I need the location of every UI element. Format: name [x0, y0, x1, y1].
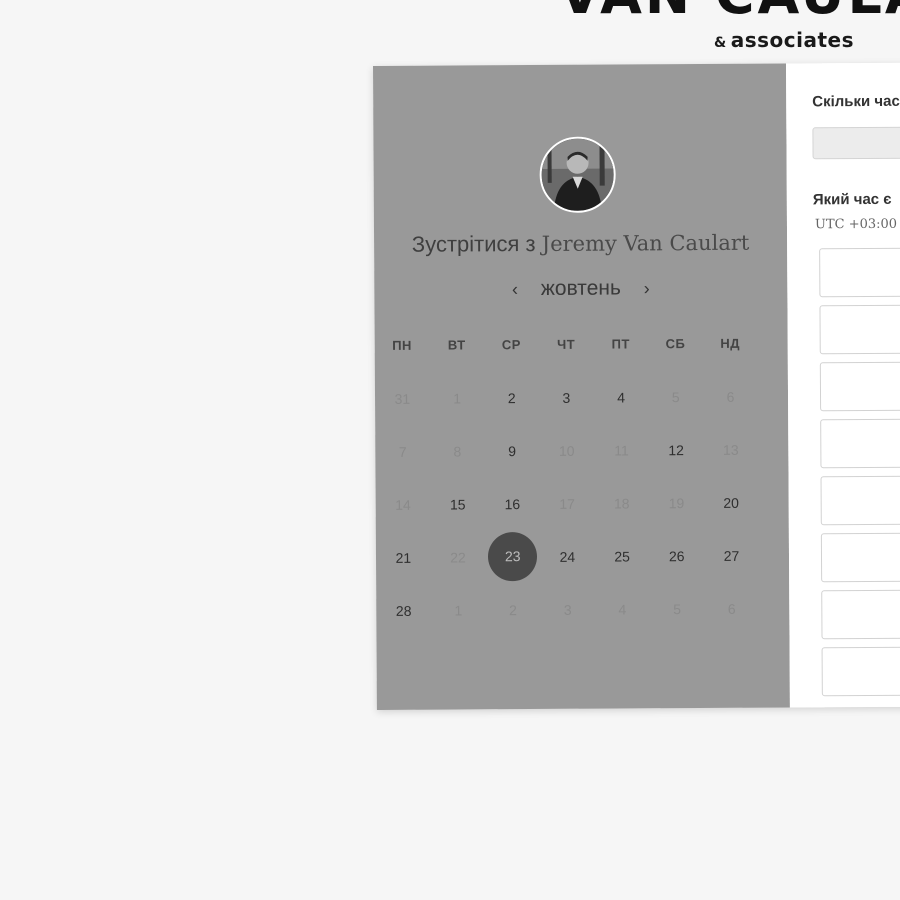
- calendar-day-selected[interactable]: 23: [485, 532, 540, 582]
- calendar-day-disabled: 14: [395, 496, 411, 513]
- calendar-day-disabled: 1: [454, 601, 463, 619]
- weekday-label: ПН: [392, 337, 412, 353]
- month-label: жовтень: [540, 276, 621, 300]
- weekday-label: ПТ: [611, 335, 630, 352]
- calendar-day[interactable]: 21: [376, 549, 431, 565]
- avatar: [539, 136, 616, 213]
- scheduler-widget: Зустрітися з Jeremy Van Caulart ‹ жовтен…: [373, 62, 900, 710]
- calendar-day[interactable]: 9: [485, 442, 540, 459]
- chevron-left-icon[interactable]: ‹: [505, 279, 525, 300]
- chevron-right-icon[interactable]: ›: [637, 278, 657, 299]
- time-slot-button[interactable]: [820, 475, 900, 526]
- calendar-day[interactable]: 15: [430, 496, 485, 512]
- calendar-day[interactable]: 25: [595, 548, 650, 564]
- brand-ampersand: &: [714, 35, 727, 51]
- weekday-label: СБ: [665, 335, 686, 351]
- time-question: Який час є: [812, 190, 892, 209]
- calendar-day-disabled: 3: [563, 601, 572, 618]
- brand-main-text: VAN CAULART: [545, 0, 900, 22]
- calendar-panel: Зустрітися з Jeremy Van Caulart ‹ жовтен…: [373, 63, 790, 710]
- timezone-label[interactable]: UTC +03:00 C: [815, 217, 900, 233]
- calendar-day[interactable]: 27: [704, 547, 759, 563]
- calendar-day-disabled: 17: [559, 495, 575, 512]
- calendar-day-disabled: 22: [450, 548, 466, 566]
- time-slot-button[interactable]: [819, 304, 900, 355]
- time-slot-button[interactable]: [819, 361, 900, 412]
- time-slot-button[interactable]: [819, 247, 900, 298]
- calendar-day[interactable]: 12: [649, 441, 704, 458]
- month-navigation: ‹ жовтень ›: [374, 275, 787, 302]
- time-slot-button[interactable]: [821, 646, 900, 697]
- calendar-day[interactable]: 3: [539, 389, 594, 405]
- calendar-day-disabled: 5: [671, 388, 680, 405]
- calendar-day-disabled: 2: [509, 601, 517, 618]
- booking-panel: Скільки час Який час є UTC +03:00 C: [785, 62, 900, 708]
- calendar-day-disabled: 1: [453, 389, 462, 407]
- calendar-week: 28 1 2 3 4 5 6: [376, 581, 789, 637]
- calendar-day[interactable]: 16: [485, 495, 540, 512]
- calendar-day-disabled: 31: [394, 390, 411, 407]
- time-slot-button[interactable]: [820, 418, 900, 469]
- weekday-label: НД: [720, 335, 741, 351]
- weekday-label: СР: [501, 336, 521, 352]
- calendar-day[interactable]: 26: [649, 547, 704, 564]
- calendar-day[interactable]: 20: [704, 494, 759, 510]
- calendar-week: 14 15 16 17 18 19 20: [376, 475, 789, 531]
- calendar-grid: ПН ВТ СР ЧТ ПТ СБ НД 31 1 2 3 4 5 6 7 8 …: [375, 329, 790, 637]
- brand-subtitle: & associates: [714, 28, 854, 52]
- calendar-day-disabled: 7: [398, 443, 407, 460]
- meeting-title: Зустрітися з Jeremy Van Caulart: [374, 229, 787, 258]
- calendar-day[interactable]: 28: [376, 602, 431, 618]
- calendar-day-disabled: 19: [668, 494, 685, 511]
- host-photo-icon: [541, 138, 614, 211]
- calendar-day-disabled: 6: [726, 388, 735, 405]
- calendar-day[interactable]: 24: [540, 548, 595, 564]
- calendar-day-disabled: 4: [618, 600, 627, 618]
- calendar-day-disabled: 13: [722, 441, 739, 458]
- calendar-day-disabled: 6: [727, 600, 736, 617]
- calendar-day-disabled: 11: [614, 441, 629, 459]
- calendar-day[interactable]: 4: [594, 389, 649, 405]
- calendar-week: 7 8 9 10 11 12 13: [375, 422, 788, 478]
- duration-select[interactable]: [812, 126, 900, 160]
- weekday-label: ЧТ: [557, 336, 576, 352]
- duration-question: Скільки час: [812, 92, 900, 111]
- calendar-day[interactable]: 2: [484, 389, 539, 406]
- calendar-day-disabled: 8: [453, 442, 462, 460]
- calendar-day-disabled: 10: [558, 442, 575, 459]
- brand-logo: VAN CAULART: [545, 0, 900, 22]
- calendar-day-disabled: 5: [673, 600, 682, 617]
- host-name: Jeremy Van Caulart: [541, 230, 750, 256]
- calendar-week: 31 1 2 3 4 5 6: [375, 369, 788, 425]
- calendar-week: 21 22 23 24 25 26 27: [376, 528, 789, 584]
- weekday-header: ПН ВТ СР ЧТ ПТ СБ НД: [375, 329, 788, 358]
- weekday-label: ВТ: [447, 336, 466, 353]
- time-slot-button[interactable]: [820, 532, 900, 583]
- brand-subtitle-text: associates: [730, 28, 854, 52]
- time-slot-button[interactable]: [821, 589, 900, 640]
- selected-day-number: 23: [488, 532, 538, 582]
- calendar-day-disabled: 18: [613, 494, 630, 512]
- meeting-title-prefix: Зустрітися з: [411, 231, 536, 257]
